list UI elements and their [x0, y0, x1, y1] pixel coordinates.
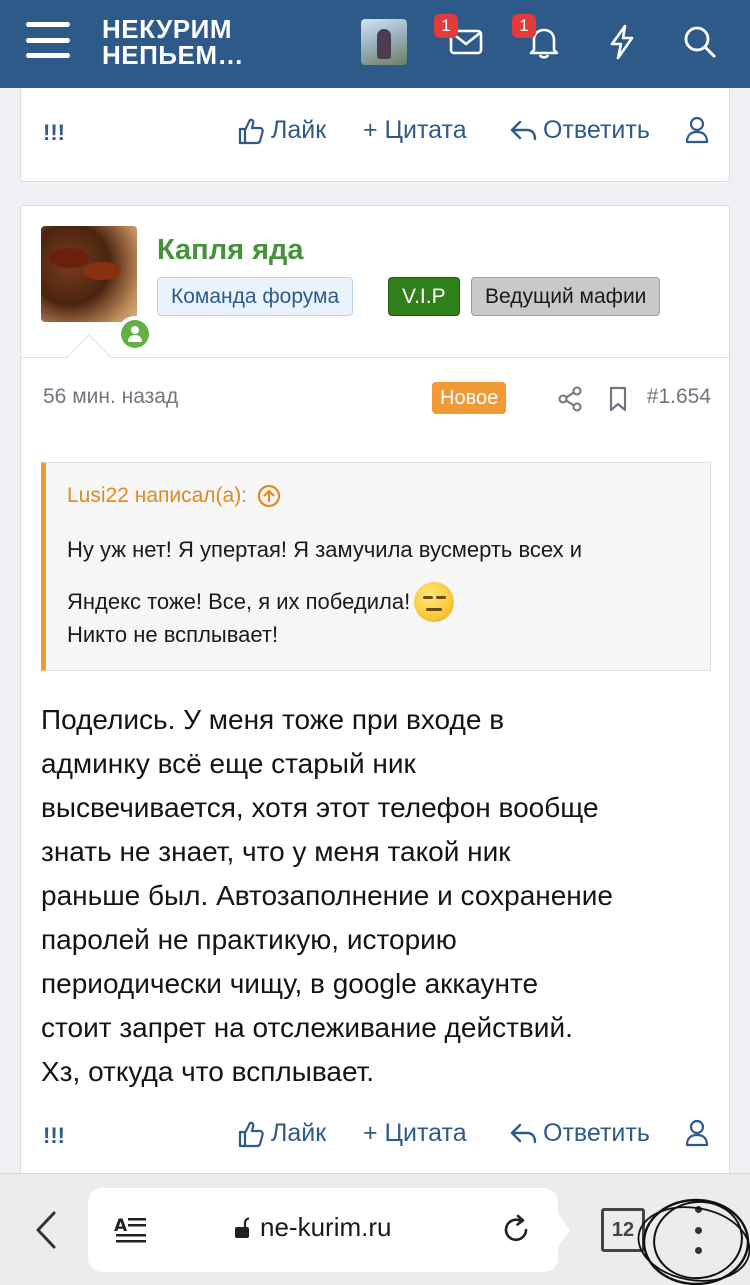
online-status-icon [117, 316, 153, 352]
body-line: раньше был. Автозаполнение и сохранение [41, 880, 613, 911]
user-icon [685, 116, 709, 144]
post-actions: !!! Лайк + Цитата Ответить [21, 116, 729, 156]
reply-icon [510, 1123, 537, 1143]
body-line: знать не знает, что у меня такой ник [41, 836, 511, 867]
post-actions: !!! Лайк + Цитата Ответить [21, 1119, 729, 1159]
quote-line: Никто не всплывает! [67, 622, 279, 647]
alerts-button[interactable]: 1 [512, 14, 568, 66]
share-icon [558, 386, 582, 412]
url-text: ne-kurim.ru [260, 1212, 392, 1242]
logo-line-2: НЕПЬЕМ… [102, 40, 244, 70]
quote-line-with-emoji: Яндекс тоже! Все, я их победила! [67, 582, 707, 622]
scribble-annotation [637, 1198, 750, 1285]
thumbs-up-icon [238, 1121, 264, 1147]
post-number[interactable]: #1.654 [647, 385, 711, 409]
reply-label: Ответить [543, 116, 650, 144]
quote-text: Ну уж нет! Я упертая! Я замучила вусмерт… [67, 537, 707, 648]
reactions-summary[interactable]: !!! [43, 120, 65, 146]
site-logo[interactable]: НЕКУРИМ НЕПЬЕМ… [102, 16, 244, 68]
like-label: Лайк [271, 1119, 327, 1147]
bookmark-icon [609, 386, 627, 412]
whats-new-button[interactable] [598, 18, 646, 66]
quote-author-label: Lusi22 написал(а): [67, 484, 248, 507]
reply-icon [510, 120, 537, 140]
author-name[interactable]: Капля яда [157, 234, 304, 267]
body-line: периодически чищу, в google аккаунте [41, 968, 539, 999]
reply-label: Ответить [543, 1119, 650, 1147]
quote-author[interactable]: Lusi22 написал(а): [67, 484, 281, 508]
reply-button[interactable]: Ответить [509, 1119, 650, 1148]
role-badge-vip: V.I.P [388, 277, 460, 316]
address-bar-arrow [540, 1188, 570, 1272]
body-line: админку всё еще старый ник [41, 748, 416, 779]
logo-line-1: НЕКУРИМ [102, 14, 232, 44]
chevron-left-icon [36, 1211, 56, 1249]
like-button[interactable]: Лайк [237, 1119, 326, 1148]
thumbs-up-icon [238, 118, 264, 144]
arrow-up-circle-icon [257, 484, 281, 508]
like-button[interactable]: Лайк [237, 116, 326, 145]
quote-label: + Цитата [363, 1119, 467, 1147]
messages-badge: 1 [434, 14, 458, 38]
top-navbar: НЕКУРИМ НЕПЬЕМ… 1 1 [0, 0, 750, 88]
search-icon [684, 26, 716, 58]
messages-button[interactable]: 1 [434, 14, 490, 66]
lightning-icon [610, 24, 634, 60]
previous-post-footer: !!! Лайк + Цитата Ответить [20, 88, 730, 182]
post-time[interactable]: 56 мин. назад [43, 385, 178, 409]
user-actions-button[interactable] [685, 1119, 709, 1147]
quote-line: Яндекс тоже! Все, я их победила! [67, 589, 411, 614]
quote-button[interactable]: + Цитата [363, 116, 467, 145]
body-line: Хз, откуда что всплывает. [41, 1056, 375, 1087]
share-button[interactable] [555, 384, 585, 414]
body-line: Поделись. У меня тоже при входе в [41, 704, 505, 735]
post-body: Поделись. У меня тоже при входе в админк… [41, 698, 721, 1094]
body-line: стоит запрет на отслеживание действий. [41, 1012, 573, 1043]
user-actions-button[interactable] [685, 116, 709, 144]
quote-block: Lusi22 написал(а): Ну уж нет! Я упертая!… [41, 462, 711, 671]
quote-button[interactable]: + Цитата [363, 1119, 467, 1148]
menu-icon[interactable] [26, 22, 70, 58]
new-badge: Новое [432, 382, 507, 414]
user-avatar[interactable] [361, 19, 407, 65]
forum-post: Капля яда Команда форума V.I.P Ведущий м… [20, 205, 730, 1178]
reload-icon[interactable] [502, 1214, 532, 1246]
address-bar[interactable]: A ne-kurim.ru [88, 1188, 558, 1272]
body-line: высвечивается, хотя этот телефон вообще [41, 792, 599, 823]
bookmark-button[interactable] [603, 384, 633, 414]
reactions-summary[interactable]: !!! [43, 1123, 65, 1149]
author-avatar[interactable] [41, 226, 137, 322]
reader-mode-icon[interactable]: A [114, 1215, 148, 1245]
quote-line: Ну уж нет! Я упертая! Я замучила вусмерт… [67, 537, 583, 562]
reply-button[interactable]: Ответить [509, 116, 650, 145]
role-badge-mafia-host: Ведущий мафии [471, 277, 661, 316]
post-author-header: Капля яда Команда форума V.I.P Ведущий м… [21, 206, 729, 358]
alerts-badge: 1 [512, 14, 536, 38]
lock-icon [235, 1216, 250, 1238]
user-icon [685, 1119, 709, 1147]
post-meta: 56 мин. назад Новое #1.654 [41, 382, 711, 418]
svg-text:A: A [114, 1216, 128, 1236]
expressionless-emoji-icon [414, 582, 455, 622]
url-display[interactable]: ne-kurim.ru [234, 1212, 391, 1243]
back-button[interactable] [26, 1208, 66, 1252]
role-badge-team: Команда форума [157, 277, 354, 316]
like-label: Лайк [271, 116, 327, 144]
quote-label: + Цитата [363, 116, 467, 144]
search-button[interactable] [676, 18, 724, 66]
body-line: паролей не практикую, историю [41, 924, 457, 955]
